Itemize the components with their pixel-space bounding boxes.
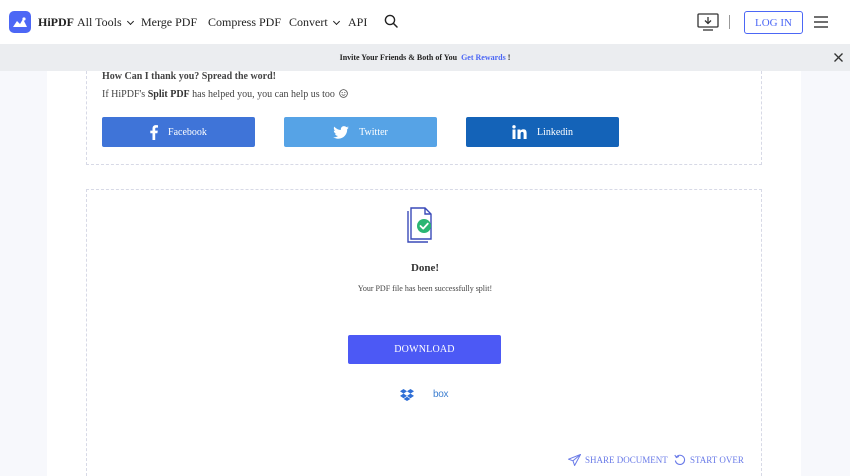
- box-icon[interactable]: box: [433, 389, 449, 400]
- share-subtitle: If HiPDF's Split PDF has helped you, you…: [102, 89, 349, 100]
- banner-text-end: !: [507, 53, 511, 62]
- nav-all-tools-label: All Tools: [77, 15, 122, 29]
- share-title: How Can I thank you? Spread the word!: [102, 71, 277, 82]
- desktop-download-icon[interactable]: [697, 13, 719, 31]
- nav-all-tools[interactable]: All Tools: [77, 15, 134, 30]
- nav-compress-pdf-label: Compress PDF: [208, 15, 282, 29]
- nav-convert[interactable]: Convert: [289, 15, 340, 30]
- share-subtitle-tool: Split PDF: [147, 89, 190, 100]
- chevron-down-icon: [126, 17, 134, 25]
- share-document-button[interactable]: SHARE DOCUMENT: [568, 454, 668, 466]
- share-subtitle-before: If HiPDF's: [102, 89, 146, 100]
- nav-compress-pdf[interactable]: Compress PDF: [208, 15, 281, 30]
- nav-api-label: API: [348, 15, 368, 29]
- linkedin-label: Linkedin: [536, 126, 574, 138]
- share-document-label: SHARE DOCUMENT: [585, 455, 668, 465]
- restart-icon: [674, 454, 686, 465]
- paper-plane-icon: [568, 454, 581, 466]
- header-divider: [729, 15, 730, 29]
- linkedin-share-button[interactable]: Linkedin: [466, 117, 619, 147]
- dropbox-icon[interactable]: [400, 389, 414, 401]
- top-navigation: HiPDF All Tools Merge PDF Compress PDF C…: [0, 0, 850, 44]
- start-over-button[interactable]: START OVER: [674, 454, 744, 466]
- twitter-share-button[interactable]: Twitter: [284, 117, 437, 147]
- nav-api[interactable]: API: [348, 15, 367, 30]
- get-rewards-link[interactable]: Get Rewards: [461, 53, 506, 62]
- share-subtitle-after: has helped you, you can help us too: [192, 89, 335, 100]
- banner-text: Invite Your Friends & Both of You: [339, 53, 458, 62]
- brand-name[interactable]: HiPDF: [38, 15, 74, 30]
- invite-banner: Invite Your Friends & Both of You Get Re…: [0, 44, 850, 71]
- nav-merge-pdf-label: Merge PDF: [141, 15, 198, 29]
- nav-convert-label: Convert: [289, 15, 328, 29]
- login-button[interactable]: LOG IN: [744, 11, 803, 34]
- download-button[interactable]: DOWNLOAD: [348, 335, 501, 364]
- chevron-down-icon: [332, 17, 340, 25]
- facebook-share-button[interactable]: Facebook: [102, 117, 255, 147]
- twitter-icon: [333, 125, 349, 139]
- logo-icon[interactable]: [9, 11, 31, 33]
- linkedin-icon: [512, 125, 527, 139]
- done-message: Your PDF file has been successfully spli…: [357, 284, 493, 293]
- smile-icon: [339, 89, 349, 98]
- facebook-label: Facebook: [168, 126, 207, 138]
- search-icon[interactable]: [384, 14, 398, 28]
- twitter-label: Twitter: [359, 126, 388, 138]
- facebook-icon: [150, 124, 159, 140]
- start-over-label: START OVER: [690, 455, 744, 465]
- close-icon[interactable]: [834, 53, 843, 62]
- nav-merge-pdf[interactable]: Merge PDF: [141, 15, 197, 30]
- split-done-document-icon: [407, 207, 432, 243]
- done-title: Done!: [410, 262, 440, 274]
- hamburger-menu-icon[interactable]: [814, 16, 828, 28]
